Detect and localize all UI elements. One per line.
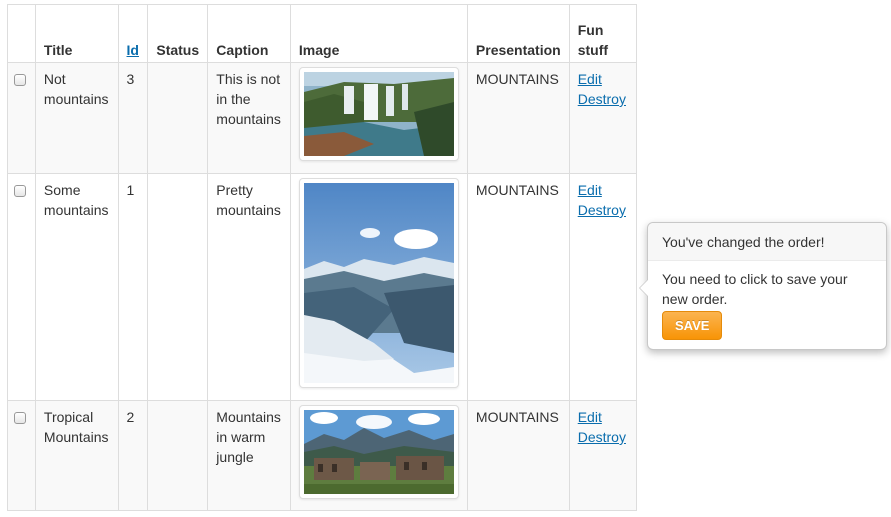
ruins-mountain-photo-icon <box>303 410 454 494</box>
actions-cell: Edit Destroy <box>568 400 638 511</box>
id-column-header[interactable]: Id <box>117 4 149 63</box>
destroy-link[interactable]: Destroy <box>578 91 626 107</box>
title-column-header[interactable]: Title <box>34 4 119 63</box>
title-cell: Some mountains <box>34 173 119 401</box>
image-cell <box>289 400 468 511</box>
snowy-mountain-photo-icon <box>303 183 454 383</box>
select-column-header <box>7 4 36 63</box>
order-changed-popover: You've changed the order! You need to cl… <box>639 222 887 350</box>
popover-arrow <box>639 279 648 297</box>
header-row: Title Id Status Caption Image Presentati… <box>7 4 638 63</box>
image-column-header[interactable]: Image <box>289 4 468 63</box>
row-checkbox[interactable] <box>14 412 26 424</box>
title-cell: Not mountains <box>34 62 119 174</box>
photos-table: Title Id Status Caption Image Presentati… <box>7 4 638 511</box>
select-cell <box>7 62 36 174</box>
destroy-link[interactable]: Destroy <box>578 429 626 445</box>
popover-title: You've changed the order! <box>648 223 886 261</box>
actions-cell: Edit Destroy <box>568 173 638 401</box>
row-checkbox[interactable] <box>14 74 26 86</box>
table-row[interactable]: Not mountains 3 This is not in the mount… <box>7 62 638 174</box>
id-cell: 1 <box>117 173 149 401</box>
presentation-column-header[interactable]: Presentation <box>466 4 570 63</box>
status-cell <box>147 400 209 511</box>
edit-link[interactable]: Edit <box>578 409 602 425</box>
id-sort-link[interactable]: Id <box>127 42 139 58</box>
caption-cell: Mountains in warm jungle <box>207 400 291 511</box>
id-cell: 2 <box>117 400 149 511</box>
presentation-cell: MOUNTAINS <box>466 62 570 174</box>
select-cell <box>7 173 36 401</box>
status-cell <box>147 173 209 401</box>
popover-body: You need to click to save your new order… <box>648 261 886 348</box>
caption-cell: Pretty mountains <box>207 173 291 401</box>
waterfall-photo-icon <box>303 72 454 156</box>
edit-link[interactable]: Edit <box>578 71 602 87</box>
caption-column-header[interactable]: Caption <box>207 4 291 63</box>
select-cell <box>7 400 36 511</box>
table-row[interactable]: Tropical Mountains 2 Mountains in warm j… <box>7 400 638 511</box>
presentation-cell: MOUNTAINS <box>466 400 570 511</box>
table-row[interactable]: Some mountains 1 Pretty mountains MOUNTA… <box>7 173 638 401</box>
actions-cell: Edit Destroy <box>568 62 638 174</box>
title-cell: Tropical Mountains <box>34 400 119 511</box>
popover-message: You need to click to save your new order… <box>662 271 848 307</box>
image-cell <box>289 173 468 401</box>
ruins-mountain-photo-thumbnail[interactable] <box>298 405 459 499</box>
presentation-cell: MOUNTAINS <box>466 173 570 401</box>
waterfall-photo-thumbnail[interactable] <box>298 67 459 161</box>
caption-cell: This is not in the mountains <box>207 62 291 174</box>
snowy-mountain-photo-thumbnail[interactable] <box>298 178 459 388</box>
image-cell <box>289 62 468 174</box>
save-order-button[interactable]: SAVE <box>662 311 723 340</box>
id-cell: 3 <box>117 62 149 174</box>
status-column-header[interactable]: Status <box>147 4 209 63</box>
status-cell <box>147 62 209 174</box>
destroy-link[interactable]: Destroy <box>578 202 626 218</box>
row-checkbox[interactable] <box>14 185 26 197</box>
fun-stuff-column-header: Fun stuff <box>568 4 638 63</box>
edit-link[interactable]: Edit <box>578 182 602 198</box>
